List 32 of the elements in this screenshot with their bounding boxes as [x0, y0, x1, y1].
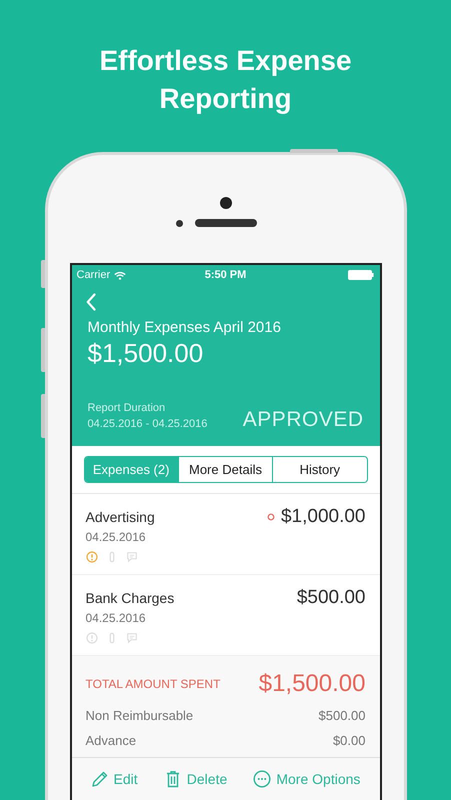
expense-amount: $1,000.00 — [280, 506, 366, 528]
sensor-dot — [176, 220, 183, 226]
comment-icon — [126, 551, 138, 563]
expense-row[interactable]: Advertising $1,000.00 04.25.2016 — [72, 494, 380, 575]
summary-label: Advance — [86, 733, 136, 748]
summary-value: $500.00 — [318, 708, 366, 723]
headline: Effortless Expense Reporting — [98, 44, 353, 116]
report-status: APPROVED — [242, 408, 364, 432]
back-icon[interactable] — [86, 293, 96, 311]
expense-date: 04.25.2016 — [86, 611, 147, 625]
expense-name: Bank Charges — [86, 590, 174, 606]
status-time: 5:50 PM — [204, 269, 246, 281]
battery-icon — [348, 270, 374, 280]
expense-name: Advertising — [86, 509, 155, 525]
camera-dot — [220, 197, 232, 209]
duration-label: Report Duration — [88, 401, 166, 416]
report-title: Monthly Expenses April 2016 — [88, 319, 282, 336]
carrier-label: Carrier — [76, 269, 110, 281]
speaker-grille — [195, 219, 257, 227]
wifi-icon — [114, 270, 126, 280]
comment-icon — [126, 632, 138, 644]
summary-label: Non Reimbursable — [86, 708, 194, 723]
duration-dates: 04.25.2016 - 04.25.2016 — [88, 417, 208, 432]
total-amount: $1,500.00 — [258, 670, 366, 698]
total-label: TOTAL AMOUNT SPENT — [86, 677, 220, 691]
more-icon — [253, 770, 272, 788]
summary-value: $0.00 — [332, 733, 366, 748]
report-amount: $1,500.00 — [88, 338, 204, 369]
tab[interactable]: History — [272, 457, 366, 482]
expense-date: 04.25.2016 — [86, 530, 147, 544]
expense-amount: $500.00 — [296, 587, 366, 609]
pencil-icon — [90, 770, 109, 788]
